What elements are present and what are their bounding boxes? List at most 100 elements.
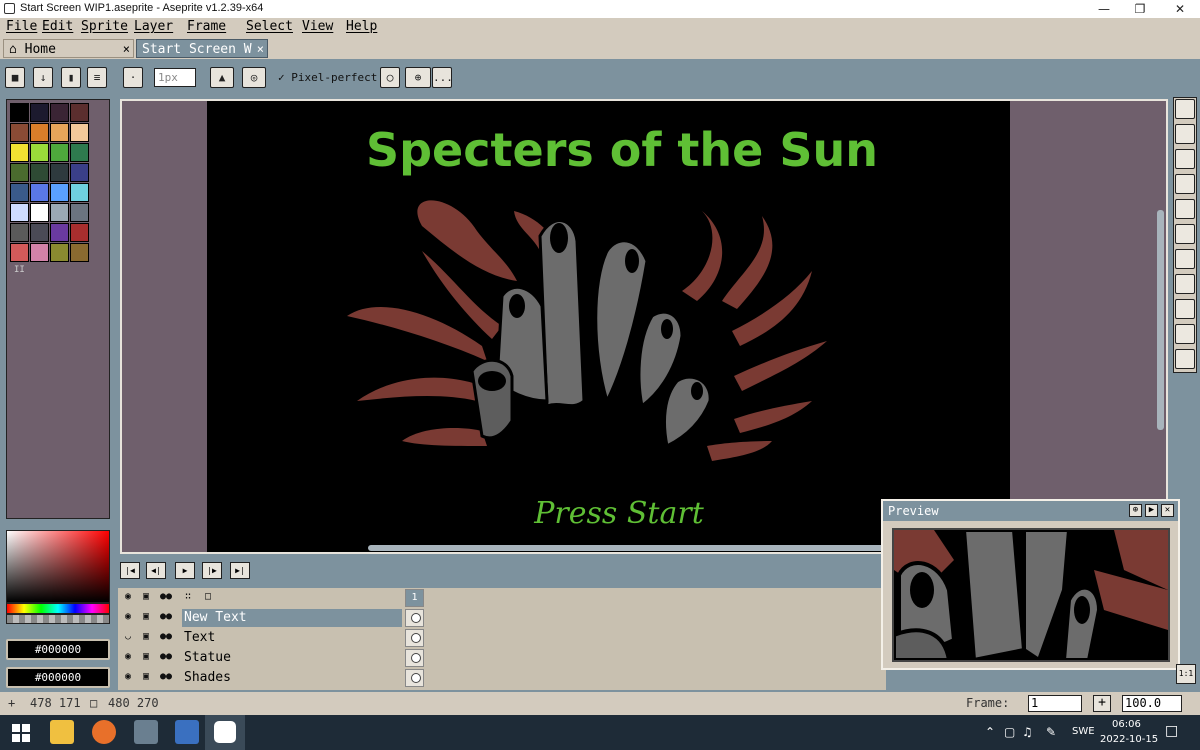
preview-close-icon[interactable]: ✕	[1161, 504, 1174, 517]
palette-swatch[interactable]	[50, 123, 69, 142]
preview-zoom-icon[interactable]: ⊕	[1129, 504, 1142, 517]
palette-swatch[interactable]	[50, 163, 69, 182]
palette-swatch[interactable]	[70, 103, 89, 122]
move-tool-icon[interactable]	[1175, 224, 1195, 244]
dynamics-icon[interactable]: ◎	[242, 67, 266, 88]
pixel-perfect-checkbox[interactable]: ✓ Pixel-perfect	[278, 71, 377, 84]
menu-layer[interactable]: Layer	[134, 19, 173, 34]
layer-cel[interactable]	[405, 649, 424, 667]
close-window-button[interactable]: ✕	[1162, 0, 1198, 18]
brush-type-icon[interactable]: ·	[123, 67, 143, 88]
layer-name[interactable]: Text	[182, 629, 402, 647]
lock-icon[interactable]: ■	[5, 67, 25, 88]
layer-continuous-icon[interactable]: ●●	[159, 630, 173, 644]
menu-view[interactable]: View	[302, 19, 333, 34]
menu-frame[interactable]: Frame	[187, 19, 226, 34]
eyedropper-tool-icon[interactable]	[1175, 174, 1195, 194]
palette-swatch[interactable]	[30, 103, 49, 122]
tab-start-screen[interactable]: Start Screen W ×	[136, 39, 268, 58]
layer-visibility-icon[interactable]: ◉	[121, 650, 135, 664]
canvas-editor[interactable]: Specters of the Sun Press Start	[120, 99, 1168, 554]
palette-swatch[interactable]	[30, 183, 49, 202]
palette-menu-icon[interactable]: ≡	[87, 67, 107, 88]
hue-slider[interactable]	[6, 603, 110, 614]
vertical-scrollbar[interactable]	[1157, 210, 1164, 430]
ink-icon[interactable]: ▲	[210, 67, 234, 88]
blur-tool-icon[interactable]	[1175, 349, 1195, 369]
layer-name[interactable]: Shades	[182, 669, 402, 687]
network-icon[interactable]: ▢	[1004, 725, 1015, 739]
fill-tool-icon[interactable]	[1175, 249, 1195, 269]
download-icon[interactable]: ↓	[33, 67, 53, 88]
layer-row[interactable]: ◉ ▣ ●● Statue	[118, 648, 886, 668]
calculator-icon[interactable]	[175, 720, 199, 744]
palette-swatch[interactable]	[50, 243, 69, 262]
palette-swatch[interactable]	[70, 163, 89, 182]
previous-frame-button[interactable]: ◀|	[146, 562, 166, 579]
palette-swatch[interactable]	[30, 203, 49, 222]
palette-swatch[interactable]	[70, 143, 89, 162]
layer-name[interactable]: New Text	[182, 609, 402, 627]
palette-swatch[interactable]	[70, 183, 89, 202]
play-button[interactable]: ▶	[175, 562, 195, 579]
palette-swatch[interactable]	[70, 203, 89, 222]
layer-cel[interactable]	[405, 629, 424, 647]
marquee-tool-icon[interactable]	[1175, 99, 1195, 119]
save-palette-icon[interactable]: ▮	[61, 67, 81, 88]
palette-swatch[interactable]	[50, 223, 69, 242]
menu-file[interactable]: File	[6, 19, 37, 34]
pen-icon[interactable]: ✎	[1046, 725, 1056, 739]
palette-swatch[interactable]	[50, 183, 69, 202]
file-explorer-icon[interactable]	[50, 720, 74, 744]
layer-visibility-icon[interactable]: ◉	[121, 670, 135, 684]
clock-time[interactable]: 06:06	[1112, 719, 1141, 730]
volume-icon[interactable]: ♫	[1022, 725, 1033, 739]
palette-swatch[interactable]	[50, 143, 69, 162]
layer-cel[interactable]	[405, 669, 424, 687]
palette-swatch[interactable]	[50, 103, 69, 122]
palette-swatch[interactable]	[70, 123, 89, 142]
notifications-icon[interactable]: □	[1165, 723, 1178, 739]
palette-swatch[interactable]	[10, 123, 29, 142]
windows-start-icon[interactable]	[12, 724, 30, 742]
palette-swatch[interactable]	[70, 223, 89, 242]
more-options-button[interactable]: ...	[432, 67, 453, 88]
layer-cel[interactable]	[405, 609, 424, 627]
layer-lock-icon[interactable]: ▣	[139, 650, 153, 664]
clock-date[interactable]: 2022-10-15	[1100, 734, 1158, 745]
palette-swatch[interactable]	[10, 183, 29, 202]
layer-continuous-icon[interactable]: ●●	[159, 610, 173, 624]
first-frame-button[interactable]: |◀	[120, 562, 140, 579]
horizontal-scrollbar[interactable]	[368, 545, 888, 551]
pencil-tool-icon[interactable]	[1175, 124, 1195, 144]
menu-select[interactable]: Select	[246, 19, 293, 34]
palette-swatch[interactable]	[10, 103, 29, 122]
zoom-tool-icon[interactable]	[1175, 199, 1195, 219]
tab-home-close-icon[interactable]: ×	[123, 40, 130, 59]
restore-button[interactable]: ❐	[1122, 0, 1158, 18]
layer-visibility-icon[interactable]: ◉	[121, 610, 135, 624]
contour-tool-icon[interactable]	[1175, 324, 1195, 344]
layer-lock-icon[interactable]: ▣	[139, 670, 153, 684]
tab-start-close-icon[interactable]: ×	[257, 40, 264, 59]
palette-swatch[interactable]	[10, 143, 29, 162]
layer-name[interactable]: Statue	[182, 649, 402, 667]
eraser-tool-icon[interactable]	[1175, 149, 1195, 169]
palette-swatch[interactable]	[10, 223, 29, 242]
symmetry-mode-icon[interactable]: ⊕	[405, 67, 431, 88]
tray-expand-icon[interactable]: ⌃	[985, 725, 995, 739]
language-indicator[interactable]: SWE	[1072, 726, 1095, 737]
snipping-tool-icon[interactable]	[134, 720, 158, 744]
layer-row[interactable]: ◡ ▣ ●● Text	[118, 628, 886, 648]
zoom-plus-button[interactable]: +	[1093, 695, 1111, 712]
actual-size-button[interactable]: 1:1	[1176, 664, 1196, 684]
color-spectrum[interactable]	[6, 530, 110, 603]
palette-swatch[interactable]	[70, 243, 89, 262]
menu-sprite[interactable]: Sprite	[81, 19, 128, 34]
layer-lock-icon[interactable]: ▣	[139, 610, 153, 624]
palette-swatch[interactable]	[30, 163, 49, 182]
rectangle-tool-icon[interactable]	[1175, 299, 1195, 319]
background-color-button[interactable]: #000000	[6, 667, 110, 688]
layer-visibility-icon[interactable]: ◡	[121, 630, 135, 644]
line-tool-icon[interactable]	[1175, 274, 1195, 294]
